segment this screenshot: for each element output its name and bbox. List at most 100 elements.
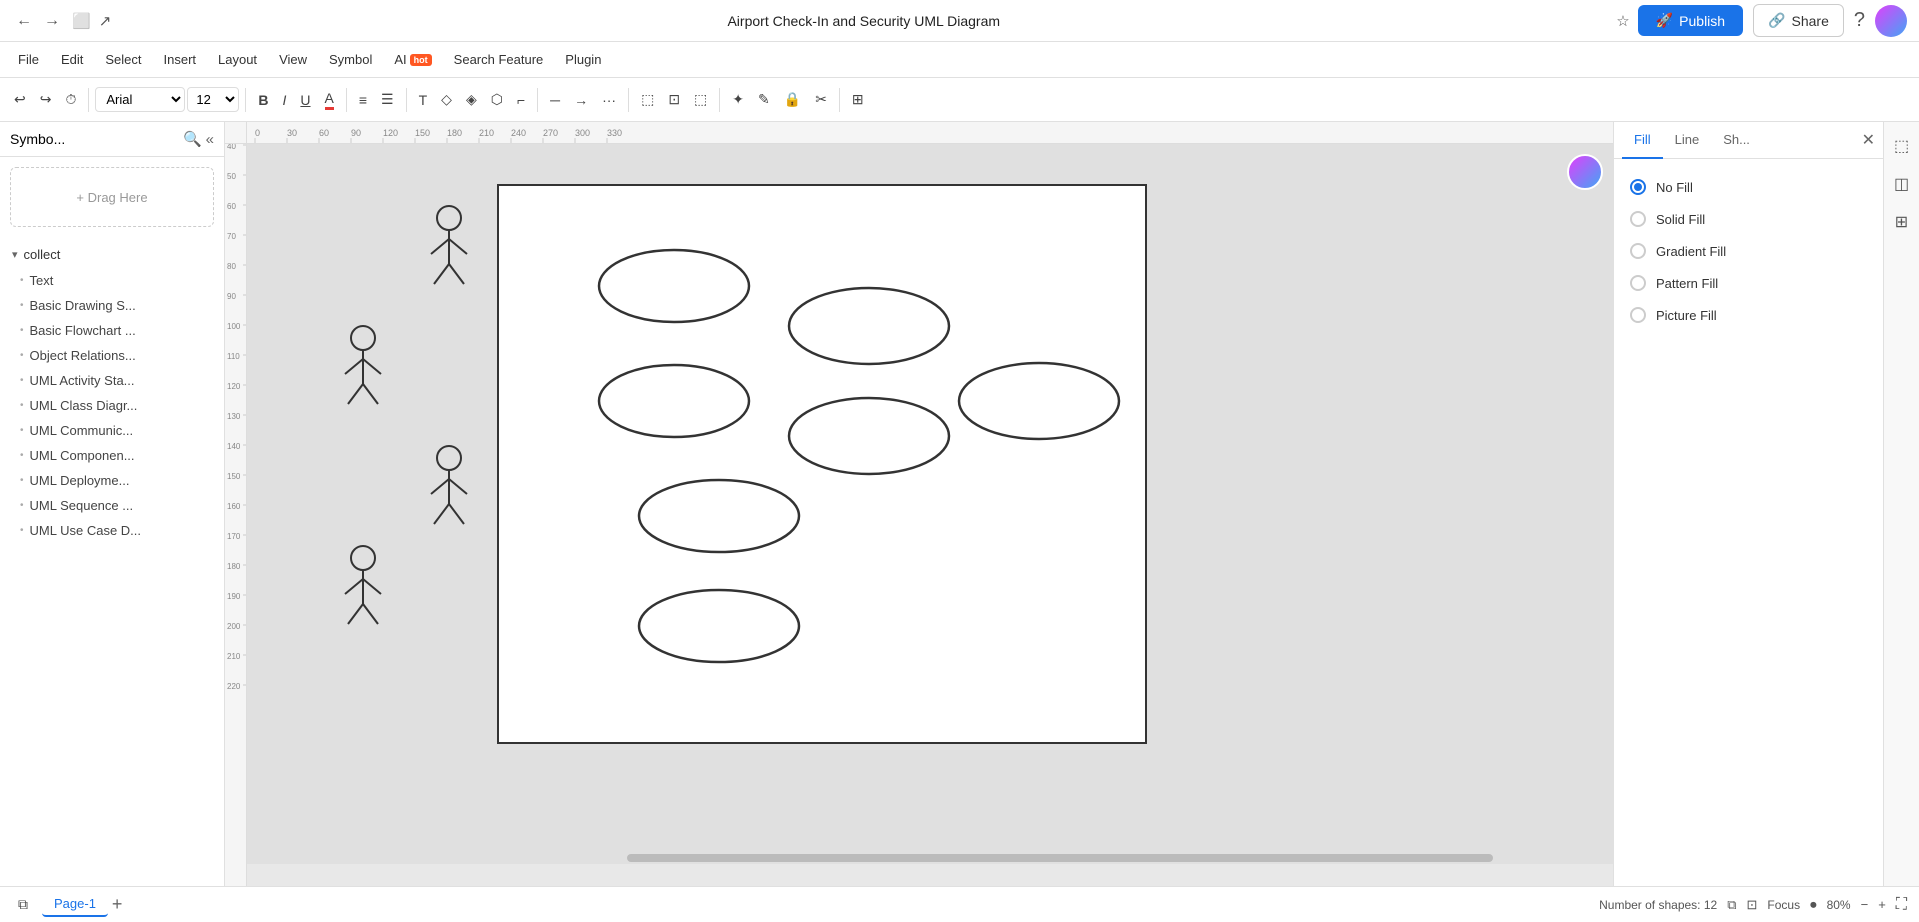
page-tab-1[interactable]: Page-1	[42, 892, 108, 917]
svg-text:180: 180	[227, 562, 241, 571]
publish-button[interactable]: 🚀 Publish	[1638, 5, 1743, 36]
sidebar-item-object-relations[interactable]: • Object Relations...	[0, 343, 224, 368]
svg-text:120: 120	[383, 128, 398, 138]
separator	[88, 88, 89, 112]
fill-option-no-fill[interactable]: No Fill	[1626, 171, 1871, 203]
menu-layout[interactable]: Layout	[208, 48, 267, 71]
tab-shape[interactable]: Sh...	[1711, 122, 1762, 159]
page-button[interactable]: ⬚	[688, 87, 713, 112]
shape-button[interactable]: ◇	[435, 87, 458, 112]
sidebar-item-label: UML Deployme...	[30, 473, 130, 488]
table-button[interactable]: ⊞	[846, 87, 870, 112]
panel-icon-button-3[interactable]: ⊞	[1889, 206, 1914, 238]
menu-edit[interactable]: Edit	[51, 48, 93, 71]
sidebar-item-label: Text	[30, 273, 54, 288]
menu-search-feature[interactable]: Search Feature	[444, 48, 554, 71]
toolbar: ↩ ↪ ⏱ Arial 12 B I U A ≡ ☰ T ◇ ◈ ⬡ ⌐ ─ →…	[0, 78, 1919, 122]
menu-file[interactable]: File	[8, 48, 49, 71]
menu-insert[interactable]: Insert	[154, 48, 207, 71]
record-button[interactable]: ⏺	[1810, 897, 1817, 913]
fill-option-gradient[interactable]: Gradient Fill	[1626, 235, 1871, 267]
arrow-button[interactable]: →	[568, 88, 594, 112]
sidebar-item-uml-componen[interactable]: • UML Componen...	[0, 443, 224, 468]
font-size-select[interactable]: 12	[187, 87, 239, 112]
bold-button[interactable]: B	[252, 88, 274, 112]
font-family-select[interactable]: Arial	[95, 87, 185, 112]
sidebar-item-uml-class[interactable]: • UML Class Diagr...	[0, 393, 224, 418]
menu-plugin[interactable]: Plugin	[555, 48, 611, 71]
waypoint-button[interactable]: ···	[596, 88, 622, 112]
canvas-area[interactable]: 0306090120150180210240270300330 40506070…	[225, 122, 1613, 886]
menu-ai[interactable]: AI hot	[384, 48, 441, 71]
redo-button[interactable]: ↪	[34, 87, 58, 112]
panel-icon-button-1[interactable]: ⬚	[1888, 130, 1915, 162]
text-button[interactable]: T	[413, 88, 434, 112]
canvas-content[interactable]	[247, 144, 1613, 864]
lock-button[interactable]: 🔒	[778, 87, 807, 112]
chevron-down-icon: ▾	[12, 248, 18, 261]
layers-toggle-button[interactable]: ⧉	[1727, 897, 1736, 913]
menu-symbol[interactable]: Symbol	[319, 48, 382, 71]
edit3-button[interactable]: ✎	[752, 87, 776, 112]
star-icon[interactable]: ☆	[1616, 12, 1629, 30]
panel-close-button[interactable]: ✕	[1862, 130, 1875, 150]
sidebar-item-text[interactable]: • Text	[0, 268, 224, 293]
sidebar-search-button[interactable]: 🔍	[183, 130, 202, 148]
fill-label-solid: Solid Fill	[1656, 212, 1705, 227]
sidebar-item-uml-usecase[interactable]: • UML Use Case D...	[0, 518, 224, 543]
zoom-out-button[interactable]: −	[1861, 897, 1869, 912]
panel-icon-button-2[interactable]: ◫	[1888, 168, 1915, 200]
add-page-button[interactable]: +	[112, 894, 123, 915]
external-link-icon[interactable]: ↗	[99, 12, 112, 30]
fullscreen-button[interactable]: ⛶	[1896, 896, 1907, 914]
bullet-icon: •	[20, 525, 24, 536]
zoom-in-button[interactable]: +	[1878, 897, 1886, 912]
hot-badge: hot	[410, 54, 432, 66]
menu-view[interactable]: View	[269, 48, 317, 71]
italic-button[interactable]: I	[277, 88, 293, 112]
back-icon[interactable]: ←	[12, 8, 36, 34]
tab-fill[interactable]: Fill	[1622, 122, 1663, 159]
sidebar-item-uml-communic[interactable]: • UML Communic...	[0, 418, 224, 443]
cut-button[interactable]: ✂	[809, 87, 833, 112]
line-style-button[interactable]: ─	[544, 88, 566, 112]
tab-line[interactable]: Line	[1663, 122, 1712, 159]
history-button[interactable]: ⏱	[59, 87, 82, 112]
fit-page-button[interactable]: ⊡	[1746, 897, 1757, 913]
edit2-button[interactable]: ⊡	[662, 87, 686, 112]
fill-option-solid[interactable]: Solid Fill	[1626, 203, 1871, 235]
horizontal-scrollbar[interactable]	[247, 852, 1613, 864]
magic-button[interactable]: ✦	[726, 87, 750, 112]
underline-button[interactable]: U	[294, 88, 316, 112]
sidebar-item-basic-flowchart[interactable]: • Basic Flowchart ...	[0, 318, 224, 343]
sidebar-item-uml-deployme[interactable]: • UML Deployme...	[0, 468, 224, 493]
fill-option-pattern[interactable]: Pattern Fill	[1626, 267, 1871, 299]
help-button[interactable]: ?	[1854, 9, 1865, 32]
scrollbar-thumb[interactable]	[627, 854, 1493, 862]
connector-button[interactable]: ⌐	[511, 88, 531, 112]
sidebar-item-basic-drawing[interactable]: • Basic Drawing S...	[0, 293, 224, 318]
fill-color-button[interactable]: ◈	[460, 87, 483, 112]
main-area: Symbo... 🔍 « + Drag Here ▾ collect • Tex…	[0, 122, 1919, 886]
sidebar-collapse-button[interactable]: «	[206, 130, 214, 148]
sidebar-group-collect[interactable]: ▾ collect	[0, 241, 224, 268]
align2-button[interactable]: ☰	[375, 87, 400, 112]
container-button[interactable]: ⬚	[635, 87, 660, 112]
menu-bar: File Edit Select Insert Layout View Symb…	[0, 42, 1919, 78]
fill-option-picture[interactable]: Picture Fill	[1626, 299, 1871, 331]
align-button[interactable]: ≡	[353, 88, 373, 112]
diagram-canvas[interactable]	[497, 184, 1147, 744]
drag-here-area[interactable]: + Drag Here	[10, 167, 214, 227]
layers-button[interactable]: ⧉	[12, 892, 34, 917]
line-color-button[interactable]: ⬡	[485, 87, 509, 112]
tab-icon[interactable]: ⬜	[72, 12, 91, 30]
avatar[interactable]	[1875, 5, 1907, 37]
svg-text:150: 150	[415, 128, 430, 138]
font-color-button[interactable]: A	[319, 86, 340, 114]
forward-icon[interactable]: →	[40, 8, 64, 34]
sidebar-item-uml-activity[interactable]: • UML Activity Sta...	[0, 368, 224, 393]
menu-select[interactable]: Select	[95, 48, 151, 71]
share-button[interactable]: 🔗 Share	[1753, 4, 1844, 37]
undo-button[interactable]: ↩	[8, 87, 32, 112]
sidebar-item-uml-sequence[interactable]: • UML Sequence ...	[0, 493, 224, 518]
